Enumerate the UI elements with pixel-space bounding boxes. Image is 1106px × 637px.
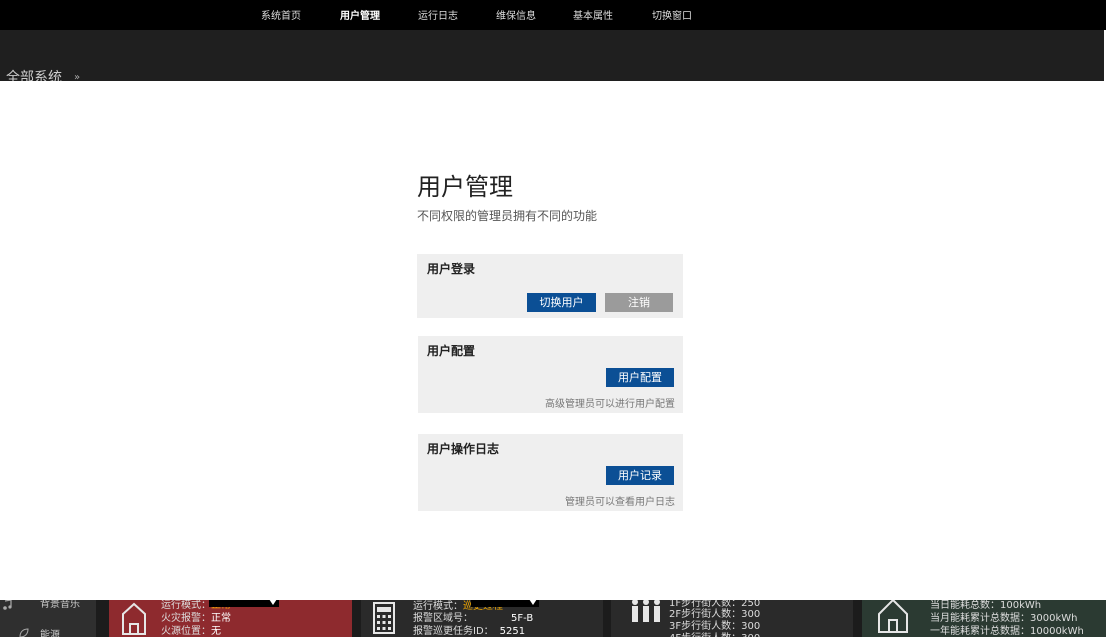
nav-properties[interactable]: 基本属性	[573, 7, 613, 22]
nav-user-management[interactable]: 用户管理	[340, 7, 380, 22]
card-title: 用户操作日志	[427, 442, 500, 456]
menu-item-music[interactable]: 背景音乐	[40, 600, 80, 610]
user-management-modal: 用户管理 不同权限的管理员拥有不同的功能 用户登录 切换用户 注销 用户配置 用…	[0, 81, 1104, 600]
card-note: 管理员可以查看用户日志	[565, 497, 675, 508]
house-icon	[876, 600, 910, 637]
alarm-task-value: 5251	[499, 626, 526, 637]
logout-button[interactable]: 注销	[605, 293, 673, 312]
user-config-button[interactable]: 用户配置	[606, 368, 674, 387]
page-subtitle: 不同权限的管理员拥有不同的功能	[417, 209, 598, 223]
card-title: 用户配置	[427, 344, 476, 358]
people-icon	[629, 600, 663, 630]
leaf-icon	[18, 624, 30, 637]
calculator-icon	[373, 602, 395, 637]
chevron-down-icon	[269, 600, 277, 605]
fire-building-icon	[121, 600, 147, 637]
top-nav-bar: 系统首页 用户管理 运行日志 维保信息 基本属性 切换窗口	[0, 0, 1106, 34]
alarm-task-label: 报警巡更任务ID：	[413, 626, 494, 637]
user-record-button[interactable]: 用户记录	[606, 466, 674, 485]
side-menu-tile: 背景音乐 能源	[0, 600, 96, 637]
bottom-status-bar: 背景音乐 能源 运行模式：正常 火灾报警：正常 火源位置：无 运行模式：巡更过程…	[0, 600, 1106, 637]
people-count-tile: 1F步行街人数：250 2F步行街人数：300 3F步行街人数：300 4F步行…	[611, 600, 853, 637]
card-user-login: 用户登录 切换用户 注销	[417, 254, 683, 318]
card-user-config: 用户配置 用户配置 高级管理员可以进行用户配置	[418, 336, 683, 413]
nav-home[interactable]: 系统首页	[261, 7, 301, 22]
card-note: 高级管理员可以进行用户配置	[545, 399, 675, 410]
menu-music-icon	[2, 600, 14, 615]
card-user-oplog: 用户操作日志 用户记录 管理员可以查看用户日志	[418, 434, 683, 511]
nav-switch-window[interactable]: 切换窗口	[652, 7, 692, 22]
page-title: 用户管理	[417, 173, 513, 201]
fire-status-tile: 运行模式：正常 火灾报警：正常 火源位置：无	[109, 600, 352, 637]
fire-pos-value: 无	[211, 626, 221, 637]
menu-item-energy[interactable]: 能源	[40, 626, 60, 637]
alarm-status-tile: 运行模式：巡更过程 报警区域号：5F-B 报警巡更任务ID：5251	[361, 600, 603, 637]
nav-maintenance[interactable]: 维保信息	[496, 7, 536, 22]
fire-pos-label: 火源位置：	[161, 626, 211, 637]
card-title: 用户登录	[427, 262, 476, 276]
energy-line-3: 一年能耗累计总数据：10000kWh	[930, 626, 1084, 637]
people-line-4: 4F步行街人数：300	[669, 629, 760, 637]
fire-mode-select[interactable]	[209, 600, 279, 607]
sub-header	[0, 30, 1104, 81]
energy-tile: 当日能耗总数：100kWh 当月能耗累计总数据：3000kWh 一年能耗累计总数…	[862, 600, 1106, 637]
nav-run-log[interactable]: 运行日志	[418, 7, 458, 22]
switch-user-button[interactable]: 切换用户	[527, 293, 596, 312]
alarm-mode-select[interactable]	[471, 600, 539, 607]
chevron-down-icon	[529, 600, 537, 605]
